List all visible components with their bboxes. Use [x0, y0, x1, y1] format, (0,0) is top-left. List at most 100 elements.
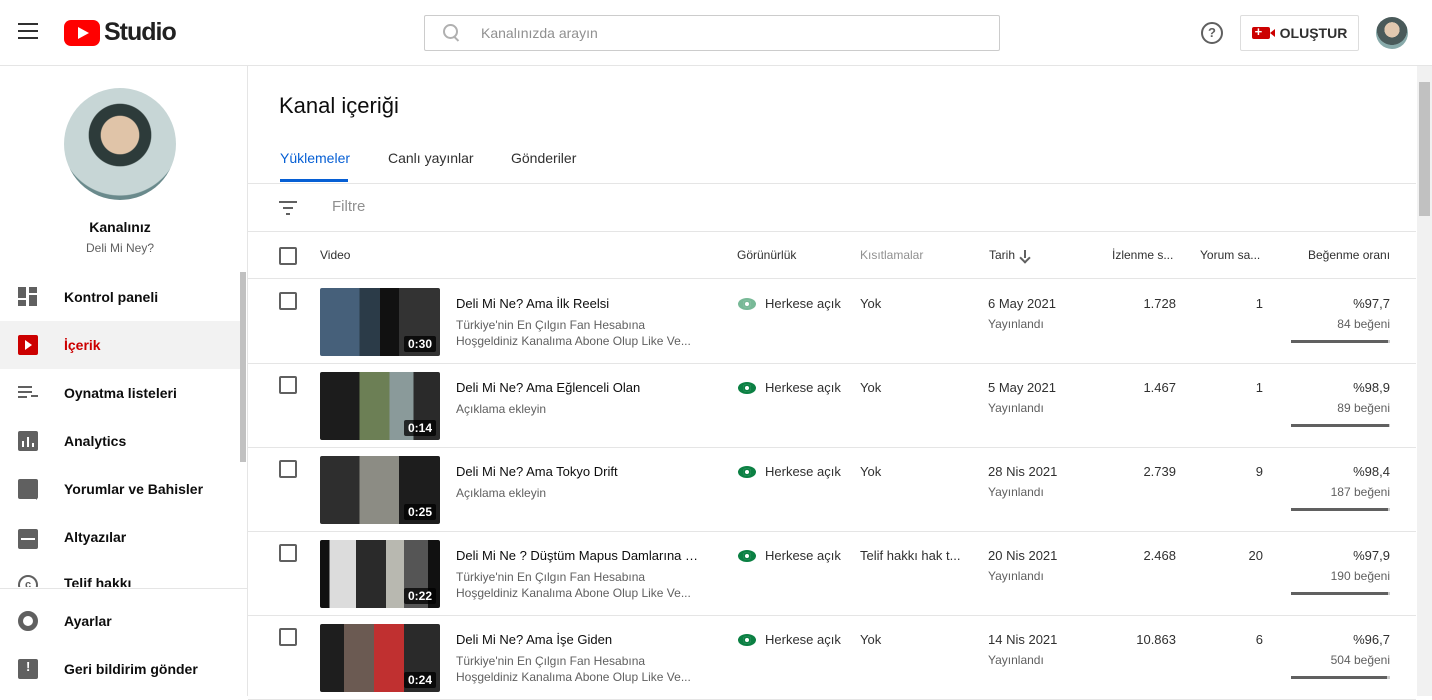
sidebar-item-comments[interactable]: Yorumlar ve Bahisler	[0, 465, 240, 513]
channel-avatar[interactable]	[64, 88, 176, 200]
studio-logo[interactable]: Studio	[64, 18, 177, 47]
row-checkbox[interactable]	[279, 376, 297, 394]
sidebar-item-label: İçerik	[64, 337, 101, 353]
visibility-label: Herkese açık	[765, 632, 841, 647]
like-count: 84 beğeni	[1337, 317, 1390, 331]
sidebar-item-playlists[interactable]: Oynatma listeleri	[0, 369, 240, 417]
date-value: 6 May 2021	[988, 296, 1056, 311]
sidebar-divider	[0, 588, 248, 589]
video-thumbnail[interactable]: 0:14	[320, 372, 440, 440]
gear-icon	[18, 611, 38, 631]
help-icon[interactable]: ?	[1201, 22, 1223, 44]
table-row[interactable]: 0:30 Deli Mi Ne? Ama İlk Reelsi Türkiye'…	[248, 280, 1416, 364]
row-checkbox[interactable]	[279, 628, 297, 646]
search-input[interactable]	[481, 25, 961, 41]
like-ratio-bar	[1291, 508, 1390, 511]
column-likes[interactable]: Beğenme oranı	[1308, 248, 1390, 262]
account-avatar[interactable]	[1376, 17, 1408, 49]
sidebar-item-analytics[interactable]: Analytics	[0, 417, 240, 465]
restriction-value: Yok	[860, 464, 882, 479]
visibility-dropdown[interactable]: Herkese açık	[738, 548, 841, 563]
sidebar-item-label: Oynatma listeleri	[64, 385, 177, 401]
table-row[interactable]: 0:14 Deli Mi Ne? Ama Eğlenceli Olan Açık…	[248, 364, 1416, 448]
like-ratio-bar	[1291, 676, 1390, 679]
video-thumbnail[interactable]: 0:25	[320, 456, 440, 524]
search-box[interactable]	[424, 15, 1000, 51]
publish-status: Yayınlandı	[988, 653, 1044, 667]
video-thumbnail[interactable]: 0:22	[320, 540, 440, 608]
visibility-label: Herkese açık	[765, 380, 841, 395]
column-date-label: Tarih	[989, 248, 1016, 262]
visibility-dropdown[interactable]: Herkese açık	[738, 296, 841, 311]
video-description: Türkiye'nin En Çılgın Fan Hesabına Hoşge…	[456, 653, 701, 685]
video-description-line: Hoşgeldiniz Kanalıma Abone Olup Like Ve.…	[456, 670, 691, 684]
visibility-dropdown[interactable]: Herkese açık	[738, 632, 841, 647]
sidebar-item-label: Telif hakkı	[64, 575, 132, 587]
main-scrollbar-thumb[interactable]	[1419, 82, 1430, 216]
video-thumbnail[interactable]: 0:24	[320, 624, 440, 692]
table-row[interactable]: 0:25 Deli Mi Ne? Ama Tokyo Drift Açıklam…	[248, 448, 1416, 532]
visibility-dropdown[interactable]: Herkese açık	[738, 380, 841, 395]
channel-title: Kanalınız	[89, 219, 151, 235]
video-description: Türkiye'nin En Çılgın Fan Hesabına Hoşge…	[456, 317, 701, 349]
tab-uploads[interactable]: Yüklemeler	[280, 150, 350, 166]
date-value: 14 Nis 2021	[988, 632, 1058, 647]
table-row[interactable]: 0:22 Deli Mi Ne ? Düştüm Mapus Damlarına…	[248, 532, 1416, 616]
column-video: Video	[320, 248, 351, 262]
filter-input[interactable]	[332, 198, 732, 215]
video-description: Türkiye'nin En Çılgın Fan Hesabına Hoşge…	[456, 569, 701, 601]
views-value: 10.863	[1136, 632, 1176, 647]
main-scrollbar[interactable]	[1417, 66, 1432, 696]
playlist-icon	[18, 383, 38, 403]
sidebar: Kanalınız Deli Mi Ney? Kontrol paneli İç…	[0, 66, 248, 696]
dashboard-icon	[18, 287, 38, 307]
column-date[interactable]: Tarih	[989, 248, 1029, 262]
restriction-value[interactable]: Telif hakkı hak t...	[860, 548, 964, 563]
visibility-dropdown[interactable]: Herkese açık	[738, 464, 841, 479]
row-checkbox[interactable]	[279, 544, 297, 562]
comments-value: 1	[1255, 380, 1263, 395]
tab-posts[interactable]: Gönderiler	[511, 150, 576, 166]
subtitles-icon	[18, 529, 38, 549]
sidebar-item-dashboard[interactable]: Kontrol paneli	[0, 273, 240, 321]
video-title[interactable]: Deli Mi Ne ? Düştüm Mapus Damlarına ! ..…	[456, 548, 701, 563]
main-content: Kanal içeriği Yüklemeler Canlı yayınlar …	[248, 66, 1416, 700]
video-title[interactable]: Deli Mi Ne? Ama İlk Reelsi	[456, 296, 701, 311]
like-count: 89 beğeni	[1337, 401, 1390, 415]
sidebar-item-subtitles[interactable]: Altyazılar	[0, 513, 240, 561]
views-value: 2.468	[1143, 548, 1176, 563]
sidebar-item-feedback[interactable]: Geri bildirim gönder	[0, 645, 240, 693]
eye-icon	[738, 465, 756, 478]
like-ratio: %98,9	[1353, 380, 1390, 395]
select-all-checkbox[interactable]	[279, 247, 297, 265]
sidebar-item-label: Analytics	[64, 433, 127, 449]
video-title[interactable]: Deli Mi Ne? Ama İşe Giden	[456, 632, 701, 647]
row-checkbox[interactable]	[279, 292, 297, 310]
eye-icon	[738, 633, 756, 646]
video-title[interactable]: Deli Mi Ne? Ama Tokyo Drift	[456, 464, 701, 479]
video-description: Açıklama ekleyin	[456, 401, 701, 417]
channel-name[interactable]: Deli Mi Ney?	[0, 241, 240, 255]
create-button[interactable]: OLUŞTUR	[1240, 15, 1359, 51]
video-description-line: Açıklama ekleyin	[456, 402, 547, 416]
video-thumbnail[interactable]: 0:30	[320, 288, 440, 356]
sidebar-scrollbar[interactable]	[240, 272, 246, 462]
date-value: 5 May 2021	[988, 380, 1056, 395]
table-row[interactable]: 0:24 Deli Mi Ne? Ama İşe Giden Türkiye'n…	[248, 616, 1416, 700]
publish-status: Yayınlandı	[988, 401, 1044, 415]
column-comments[interactable]: Yorum sa...	[1200, 248, 1260, 262]
comments-value: 1	[1255, 296, 1263, 311]
filter-icon[interactable]	[279, 201, 297, 215]
row-checkbox[interactable]	[279, 460, 297, 478]
video-description-line: Türkiye'nin En Çılgın Fan Hesabına	[456, 654, 646, 668]
sidebar-item-label: Yorumlar ve Bahisler	[64, 481, 204, 497]
sidebar-item-copyright[interactable]: c Telif hakkı	[0, 563, 240, 587]
column-views[interactable]: İzlenme s...	[1112, 248, 1173, 262]
video-duration: 0:14	[403, 420, 436, 436]
tab-live[interactable]: Canlı yayınlar	[388, 150, 474, 166]
video-title[interactable]: Deli Mi Ne? Ama Eğlenceli Olan	[456, 380, 701, 395]
sidebar-item-settings[interactable]: Ayarlar	[0, 597, 240, 645]
menu-icon[interactable]	[18, 23, 38, 41]
sidebar-item-content[interactable]: İçerik	[0, 321, 240, 369]
column-restrictions: Kısıtlamalar	[860, 248, 924, 262]
